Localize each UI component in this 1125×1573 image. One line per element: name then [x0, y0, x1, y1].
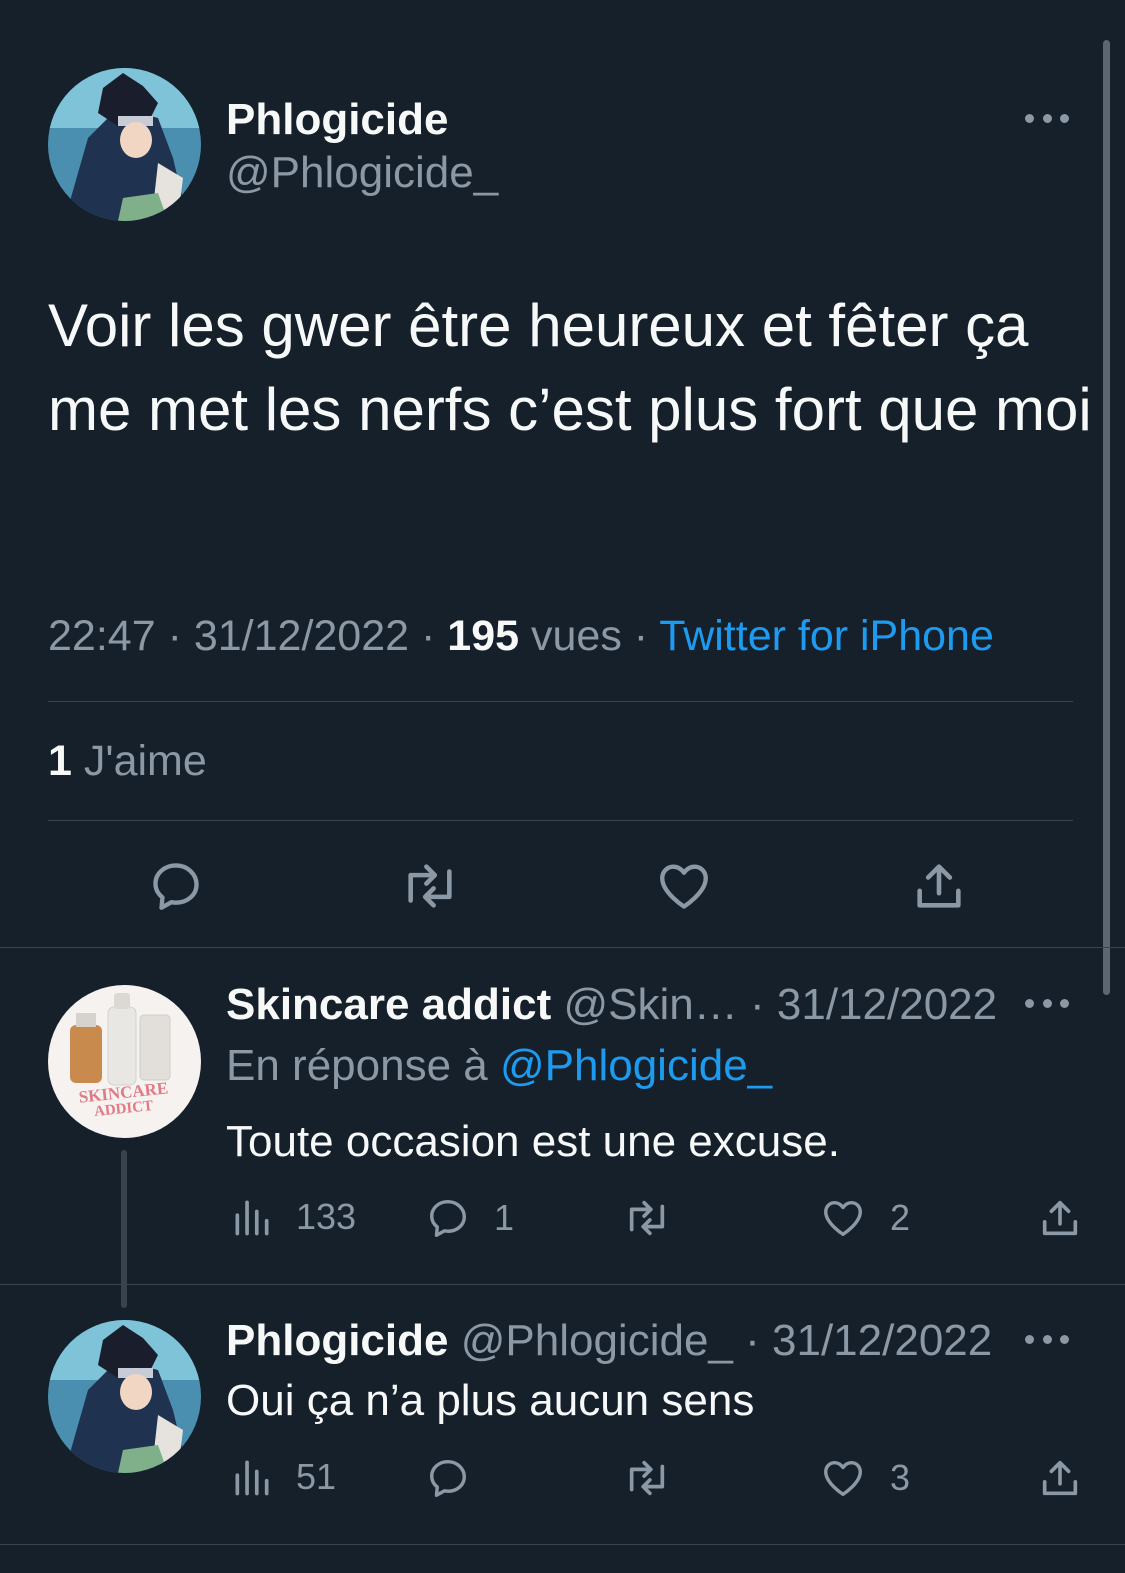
tweet-text: Voir les gwer être heureux et fêter ça m…	[48, 292, 1092, 443]
share-button[interactable]	[1037, 1195, 1105, 1241]
avatar[interactable]	[48, 68, 201, 221]
more-icon[interactable]	[1025, 111, 1069, 125]
author-name[interactable]: Phlogicide	[226, 1316, 448, 1365]
reply-header: Skincare addict @Skin… · 31/12/2022	[226, 980, 998, 1029]
tweet-meta: 22:47 · 31/12/2022 · 195 vues · Twitter …	[48, 612, 994, 660]
likes-summary[interactable]: 1 J'aime	[48, 737, 207, 786]
retweet-icon	[629, 1200, 665, 1236]
avatar[interactable]	[48, 1320, 201, 1473]
divider	[48, 701, 1073, 702]
author-handle[interactable]: @Phlogicide_	[461, 1316, 733, 1365]
views-label: vues	[531, 612, 622, 660]
reply-to-label: En réponse à	[226, 1041, 488, 1090]
retweet-button[interactable]	[620, 1195, 696, 1241]
reply-icon	[429, 1459, 467, 1497]
like-icon	[660, 864, 708, 909]
share-icon	[917, 864, 961, 908]
like-icon	[824, 1200, 862, 1237]
reply-button[interactable]: 1	[424, 1195, 514, 1241]
divider	[0, 1284, 1125, 1285]
more-icon[interactable]	[1025, 996, 1069, 1010]
reply-button[interactable]	[147, 857, 205, 915]
share-button[interactable]	[910, 857, 968, 915]
author-name[interactable]: Phlogicide	[226, 95, 448, 145]
reply-to-handle[interactable]: @Phlogicide_	[500, 1041, 772, 1090]
views-count: 195	[447, 612, 520, 660]
reply-text: Toute occasion est une excuse.	[226, 1117, 840, 1166]
reply-header: Phlogicide @Phlogicide_ · 31/12/2022	[226, 1316, 993, 1365]
author-name[interactable]: Skincare addict	[226, 980, 551, 1029]
reply-date[interactable]: 31/12/2022	[772, 1316, 992, 1365]
scrollbar[interactable]	[1103, 40, 1110, 995]
retweet-icon	[629, 1460, 665, 1496]
share-icon	[1042, 1200, 1078, 1236]
views-count: 133	[296, 1196, 357, 1237]
retweet-button[interactable]	[398, 857, 462, 915]
tweet-time: 22:47	[48, 612, 156, 660]
tweet-date: 31/12/2022	[193, 612, 410, 660]
reply-count: 1	[494, 1197, 515, 1238]
share-icon	[1042, 1460, 1078, 1496]
views-button[interactable]: 133	[230, 1195, 356, 1239]
reply-icon	[153, 863, 199, 910]
tweet-source-link[interactable]: Twitter for iPhone	[659, 612, 994, 660]
like-icon	[824, 1460, 862, 1497]
like-button[interactable]	[654, 857, 714, 915]
share-button[interactable]	[1037, 1455, 1105, 1501]
likes-count: 1	[48, 737, 72, 785]
reply-to: En réponse à @Phlogicide_	[226, 1041, 772, 1091]
like-count: 2	[890, 1197, 911, 1238]
views-icon	[235, 1200, 269, 1236]
likes-label: J'aime	[83, 737, 207, 785]
reply-button[interactable]	[424, 1455, 494, 1501]
divider	[0, 1544, 1125, 1545]
avatar[interactable]: SKINCARE ADDICT	[48, 985, 201, 1138]
views-icon	[235, 1460, 269, 1496]
reply-text: Oui ça n’a plus aucun sens	[226, 1376, 755, 1425]
author-handle[interactable]: @Skin…	[564, 980, 738, 1029]
author-handle[interactable]: @Phlogicide_	[226, 148, 498, 198]
like-button[interactable]: 2	[818, 1195, 910, 1241]
like-button[interactable]: 3	[818, 1455, 910, 1501]
views-button[interactable]: 51	[230, 1455, 336, 1499]
like-count: 3	[890, 1457, 911, 1498]
retweet-button[interactable]	[620, 1455, 696, 1501]
reply-icon	[429, 1199, 467, 1237]
views-count: 51	[296, 1456, 337, 1497]
divider	[48, 820, 1073, 821]
retweet-icon	[408, 864, 452, 908]
more-icon[interactable]	[1025, 1332, 1069, 1346]
divider	[0, 947, 1125, 948]
reply-date[interactable]: 31/12/2022	[777, 980, 997, 1029]
